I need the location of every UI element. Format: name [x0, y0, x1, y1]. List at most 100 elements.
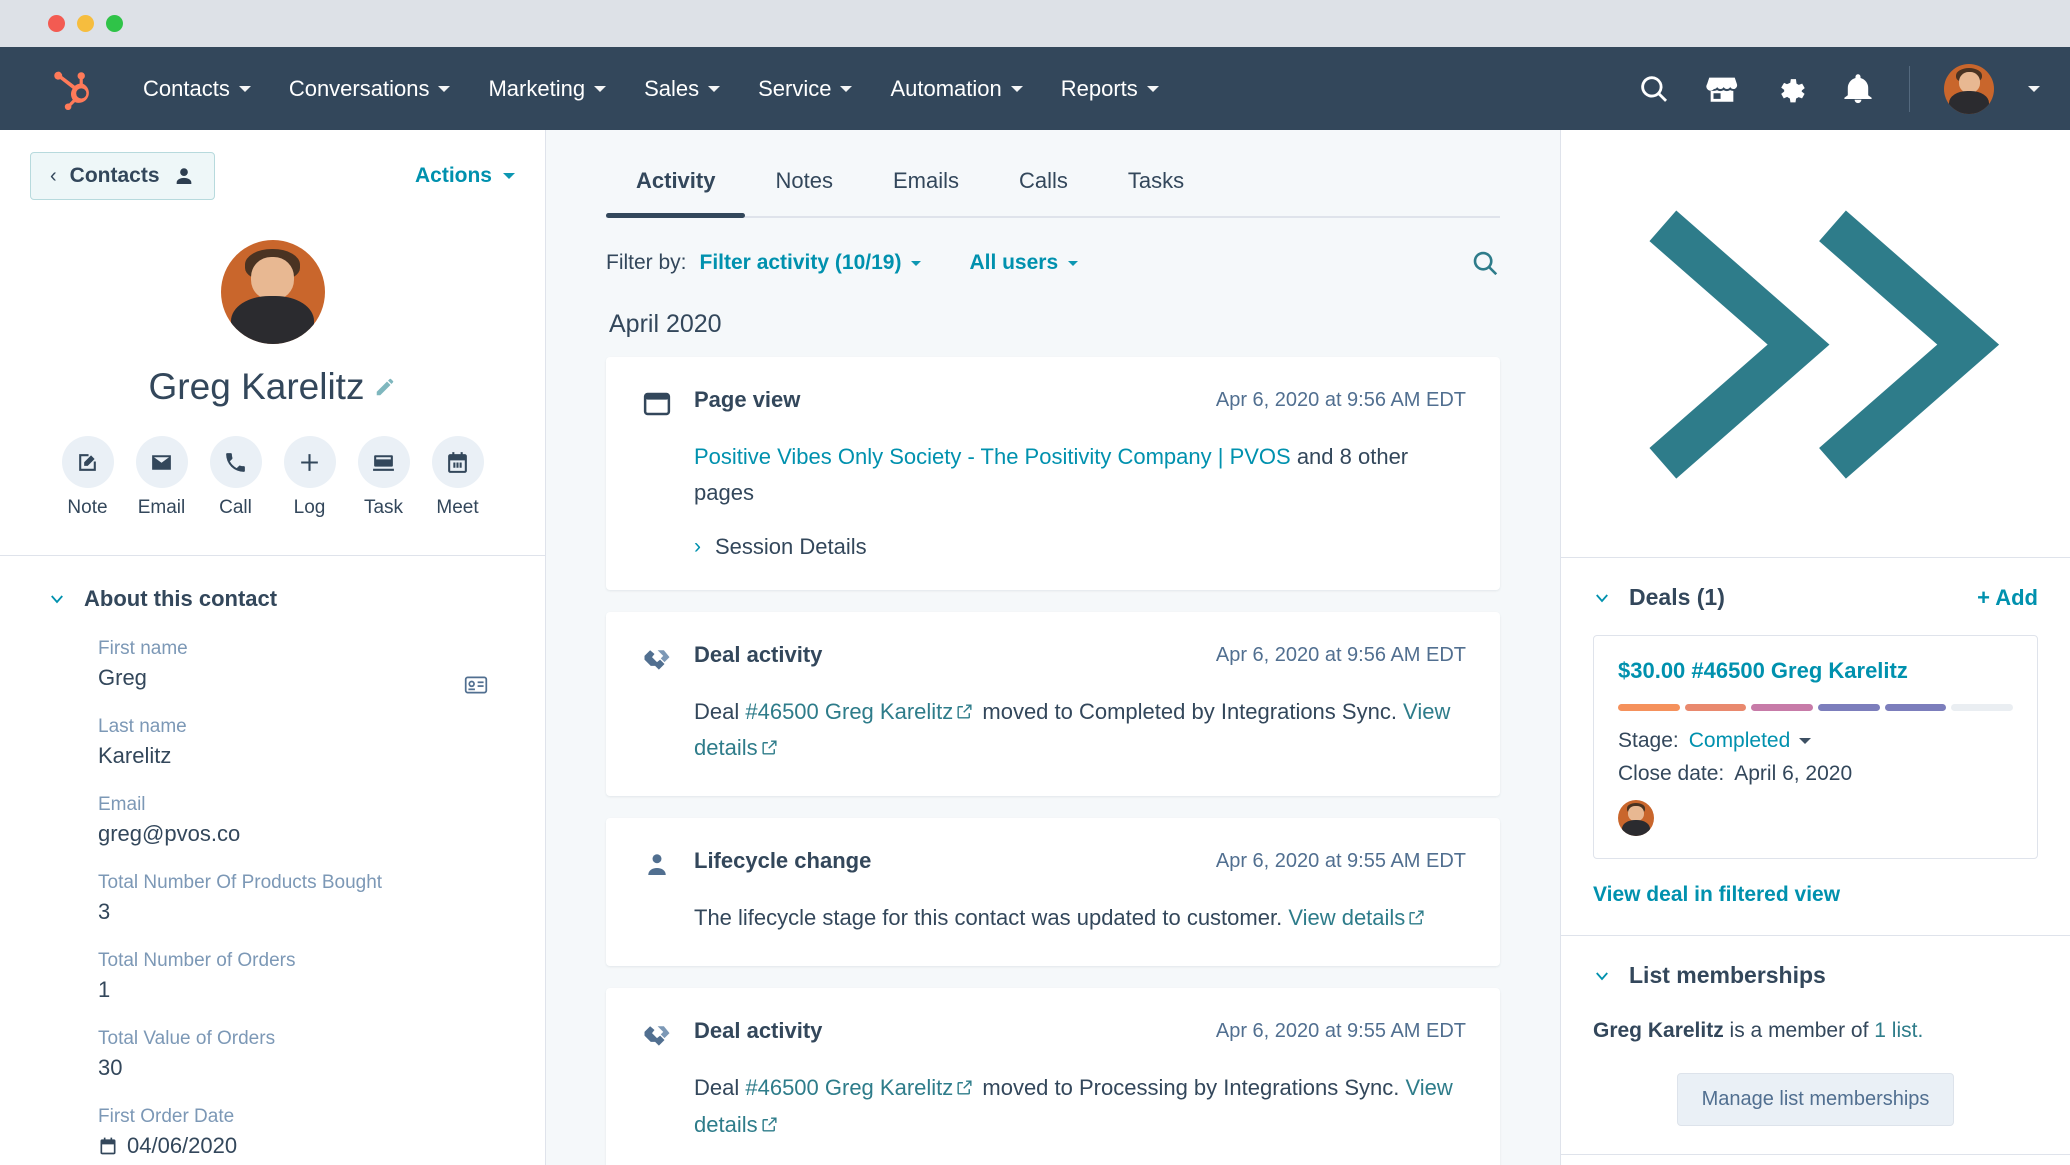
chevron-down-icon	[1147, 86, 1159, 92]
property-value[interactable]: 1	[98, 977, 515, 1003]
session-details-label: Session Details	[715, 534, 867, 560]
property-value[interactable]: Karelitz	[98, 743, 515, 769]
notifications-bell-icon[interactable]	[1841, 72, 1875, 106]
view-deal-filtered-link[interactable]: View deal in filtered view	[1593, 883, 2038, 907]
chevron-down-icon	[1068, 261, 1078, 266]
view-details-link[interactable]: View details	[1288, 905, 1405, 930]
nav-item-contacts[interactable]: Contacts	[124, 66, 270, 112]
activity-card-deal-activity[interactable]: Deal activity Apr 6, 2020 at 9:55 AM EDT…	[606, 988, 1500, 1165]
deal-handshake-icon	[642, 1020, 672, 1050]
quick-action-meet[interactable]: Meet	[432, 436, 484, 519]
property-total-products-bought: Total Number Of Products Bought 3	[98, 872, 515, 925]
activity-card-page-view[interactable]: Page view Apr 6, 2020 at 9:56 AM EDT Pos…	[606, 357, 1500, 590]
chevron-down-icon[interactable]	[48, 590, 66, 608]
membership-contact-name: Greg Karelitz	[1593, 1019, 1724, 1042]
property-value[interactable]: 30	[98, 1055, 515, 1081]
deal-card-title[interactable]: $30.00 #46500 Greg Karelitz	[1618, 658, 2013, 684]
page-view-link[interactable]: Positive Vibes Only Society - The Positi…	[694, 444, 1291, 469]
deal-owner-avatar[interactable]	[1618, 800, 1654, 836]
deal-body-pre: Deal	[694, 699, 745, 724]
quick-action-email[interactable]: Email	[136, 436, 188, 519]
contact-card-icon[interactable]	[463, 672, 489, 698]
property-value[interactable]: Greg	[98, 665, 515, 691]
deal-record-link[interactable]: #46500 Greg Karelitz	[745, 1075, 953, 1100]
property-value[interactable]: 3	[98, 899, 515, 925]
quick-action-note[interactable]: Note	[62, 436, 114, 519]
hubspot-logo-icon[interactable]	[52, 67, 96, 111]
main-nav-items: Contacts Conversations Marketing Sales S…	[124, 66, 1178, 112]
pencil-edit-icon[interactable]	[374, 376, 396, 398]
window-close-button[interactable]	[48, 15, 65, 32]
session-details-toggle[interactable]: › Session Details	[694, 534, 1466, 560]
tab-calls[interactable]: Calls	[989, 130, 1098, 216]
external-link-icon[interactable]	[760, 1115, 779, 1134]
nav-item-automation[interactable]: Automation	[871, 66, 1041, 112]
quick-action-call[interactable]: Call	[210, 436, 262, 519]
chevron-down-icon	[239, 86, 251, 92]
window-minimize-button[interactable]	[77, 15, 94, 32]
avatar[interactable]	[1944, 64, 1994, 114]
activity-card-title: Lifecycle change	[694, 848, 871, 874]
activity-timeline-column: Activity Notes Emails Calls Tasks Filter…	[546, 130, 1560, 1165]
window-maximize-button[interactable]	[106, 15, 123, 32]
activity-card-body: Deal #46500 Greg Karelitz moved to Compl…	[694, 694, 1466, 767]
deal-stage-dropdown[interactable]: Completed	[1689, 729, 1812, 753]
manage-list-memberships-button[interactable]: Manage list memberships	[1677, 1073, 1955, 1126]
deal-card[interactable]: $30.00 #46500 Greg Karelitz Stage: Compl…	[1593, 635, 2038, 859]
property-first-order-date: First Order Date 04/06/2020	[98, 1106, 515, 1159]
quick-action-task[interactable]: Task	[358, 436, 410, 519]
chevron-down-icon[interactable]	[1593, 967, 1611, 985]
quick-action-log[interactable]: Log	[284, 436, 336, 519]
nav-item-reports[interactable]: Reports	[1042, 66, 1178, 112]
deal-record-link[interactable]: #46500 Greg Karelitz	[745, 699, 953, 724]
activity-card-title: Deal activity	[694, 642, 822, 668]
tab-notes[interactable]: Notes	[745, 130, 862, 216]
property-total-value-orders: Total Value of Orders 30	[98, 1028, 515, 1081]
external-link-icon[interactable]	[760, 738, 779, 757]
chevron-down-icon[interactable]	[1593, 589, 1611, 607]
tab-emails[interactable]: Emails	[863, 130, 989, 216]
nav-label: Conversations	[289, 76, 430, 102]
quick-action-label: Email	[138, 497, 186, 519]
property-value-row[interactable]: 04/06/2020	[98, 1133, 515, 1159]
account-chevron-down-icon[interactable]	[2028, 86, 2040, 92]
nav-label: Contacts	[143, 76, 230, 102]
external-link-icon[interactable]	[955, 1078, 974, 1097]
activity-card-deal-activity[interactable]: Deal activity Apr 6, 2020 at 9:56 AM EDT…	[606, 612, 1500, 797]
nav-item-sales[interactable]: Sales	[625, 66, 739, 112]
external-link-icon[interactable]	[1407, 908, 1426, 927]
membership-count-link[interactable]: 1 list.	[1874, 1019, 1923, 1042]
tab-activity[interactable]: Activity	[606, 130, 745, 216]
nav-item-marketing[interactable]: Marketing	[469, 66, 625, 112]
back-to-contacts-button[interactable]: ‹ Contacts	[30, 152, 215, 200]
nav-item-service[interactable]: Service	[739, 66, 871, 112]
activity-card-title: Page view	[694, 387, 800, 413]
email-envelope-icon	[136, 436, 188, 488]
settings-gear-icon[interactable]	[1773, 72, 1807, 106]
property-label: Last name	[98, 716, 515, 738]
filter-activity-dropdown[interactable]: Filter activity (10/19)	[700, 251, 922, 275]
property-value[interactable]: greg@pvos.co	[98, 821, 515, 847]
activity-card-header: Deal activity Apr 6, 2020 at 9:56 AM EDT	[642, 642, 1466, 674]
nav-right-tools	[1637, 64, 2040, 114]
add-deal-button[interactable]: + Add	[1977, 585, 2038, 611]
property-email: Email greg@pvos.co	[98, 794, 515, 847]
activity-card-lifecycle-change[interactable]: Lifecycle change Apr 6, 2020 at 9:55 AM …	[606, 818, 1500, 966]
filter-users-dropdown[interactable]: All users	[969, 251, 1078, 275]
search-icon[interactable]	[1470, 248, 1500, 278]
nav-label: Marketing	[488, 76, 585, 102]
activity-card-title: Deal activity	[694, 1018, 822, 1044]
sidebar-collapse-row	[1561, 130, 2070, 558]
contact-properties-list: First name Greg Last name Karelitz Email…	[0, 612, 545, 1159]
actions-dropdown-button[interactable]: Actions	[415, 152, 515, 188]
marketplace-icon[interactable]	[1705, 72, 1739, 106]
double-chevron-right-icon[interactable]	[1595, 158, 2070, 531]
property-last-name: Last name Karelitz	[98, 716, 515, 769]
activity-card-body: Deal #46500 Greg Karelitz moved to Proce…	[694, 1070, 1466, 1143]
about-section-header[interactable]: About this contact	[0, 556, 545, 612]
filter-activity-label: Filter activity (10/19)	[700, 251, 902, 275]
external-link-icon[interactable]	[955, 702, 974, 721]
tab-tasks[interactable]: Tasks	[1098, 130, 1214, 216]
nav-item-conversations[interactable]: Conversations	[270, 66, 470, 112]
search-icon[interactable]	[1637, 72, 1671, 106]
